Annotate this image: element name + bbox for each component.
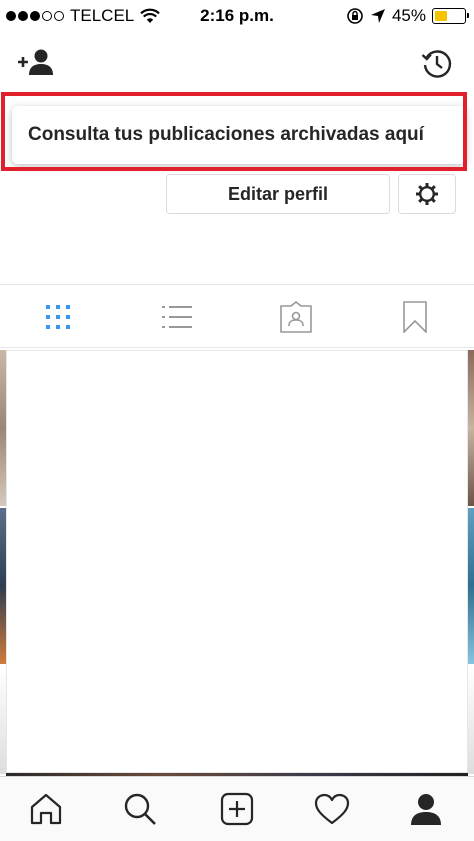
add-person-icon (18, 49, 53, 75)
status-bar: TELCEL 2:16 p.m. 45% (0, 0, 474, 34)
gear-icon (416, 183, 438, 205)
battery-fill (434, 10, 448, 21)
battery-percent: 45% (391, 6, 426, 25)
search-icon (124, 793, 156, 825)
bookmark-icon (403, 301, 427, 333)
profile-tabs (0, 284, 474, 348)
status-right: 45% (346, 6, 469, 26)
grid-photo[interactable] (468, 508, 474, 664)
nav-profile[interactable] (408, 791, 444, 827)
archive-button[interactable] (418, 44, 456, 82)
settings-button[interactable] (398, 174, 456, 214)
add-person-button[interactable] (14, 46, 58, 78)
highlight-box (1, 92, 467, 171)
tab-saved[interactable] (395, 297, 435, 337)
edit-profile-button[interactable]: Editar perfil (166, 174, 390, 214)
home-icon (30, 793, 62, 825)
nav-search[interactable] (122, 791, 158, 827)
bottom-nav (0, 776, 474, 841)
grid-icon (46, 305, 70, 329)
nav-home[interactable] (28, 791, 64, 827)
orientation-lock-icon (347, 8, 363, 24)
profile-icon (411, 794, 441, 825)
blank-overlay-panel (6, 350, 468, 773)
grid-photo[interactable] (468, 666, 474, 774)
tab-grid[interactable] (38, 297, 78, 337)
heart-icon (314, 793, 350, 825)
tagged-icon (280, 301, 312, 333)
archive-history-icon (421, 50, 452, 78)
grid-photo[interactable] (468, 350, 474, 506)
add-post-icon (220, 792, 254, 826)
profile-header (0, 34, 474, 90)
battery-icon (432, 8, 469, 24)
tab-tagged[interactable] (276, 297, 316, 337)
nav-activity[interactable] (314, 791, 350, 827)
tab-list[interactable] (157, 297, 197, 337)
location-arrow-icon (370, 9, 385, 23)
list-icon (162, 306, 192, 328)
nav-add-post[interactable] (219, 791, 255, 827)
